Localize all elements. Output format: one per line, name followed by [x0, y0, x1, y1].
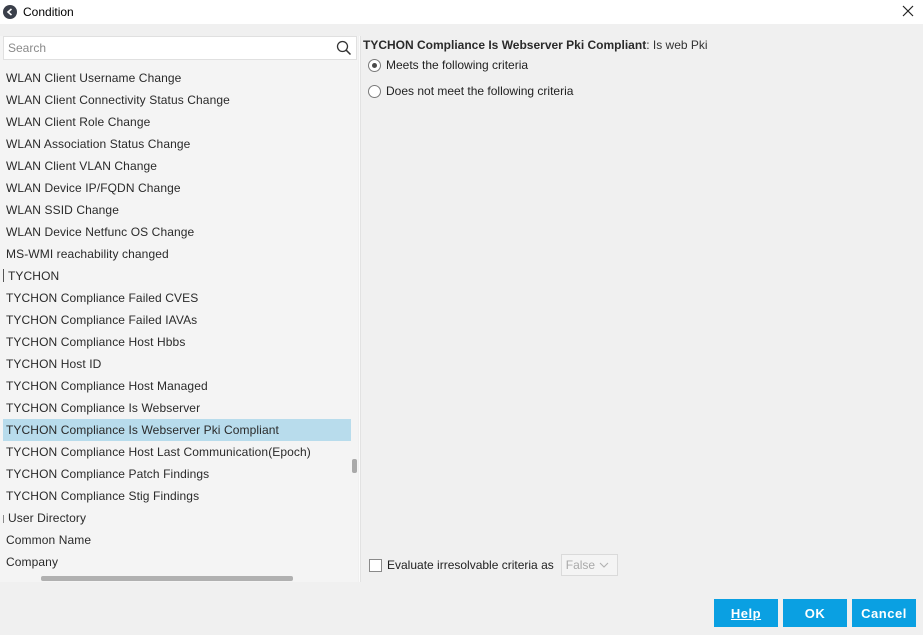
splitter[interactable]: [359, 36, 361, 582]
list-item[interactable]: WLAN Client Connectivity Status Change: [3, 89, 351, 111]
evaluate-irresolvable-checkbox[interactable]: [369, 558, 382, 572]
list-item[interactable]: WLAN Client VLAN Change: [3, 155, 351, 177]
list-item[interactable]: MS-WMI reachability changed: [3, 243, 351, 265]
list-item[interactable]: WLAN SSID Change: [3, 199, 351, 221]
list-item[interactable]: WLAN Device Netfunc OS Change: [3, 221, 351, 243]
list-item[interactable]: TYCHON Compliance Failed IAVAs: [3, 309, 351, 331]
list-item[interactable]: TYCHON Compliance Is Webserver: [3, 397, 351, 419]
property-list[interactable]: WLAN Client Username Change WLAN Client …: [3, 67, 351, 573]
condition-description: Is web Pki: [649, 38, 708, 52]
condition-name: TYCHON Compliance Is Webserver Pki Compl…: [363, 38, 647, 52]
window-title: Condition: [23, 5, 74, 19]
list-item[interactable]: WLAN Association Status Change: [3, 133, 351, 155]
horizontal-scrollbar-thumb[interactable]: [41, 576, 293, 581]
list-group-header[interactable]: User Directory: [3, 507, 351, 529]
evaluate-irresolvable-label: Evaluate irresolvable criteria as: [387, 558, 554, 572]
vertical-scrollbar-thumb[interactable]: [352, 459, 357, 473]
condition-panel: TYCHON Compliance Is Webserver Pki Compl…: [362, 36, 922, 582]
condition-heading: TYCHON Compliance Is Webserver Pki Compl…: [363, 38, 708, 52]
help-button[interactable]: Help: [714, 599, 778, 627]
list-item[interactable]: Common Name: [3, 529, 351, 551]
evaluate-value-select[interactable]: False: [560, 554, 618, 576]
list-group-header[interactable]: TYCHON: [3, 265, 351, 287]
property-panel: WLAN Client Username Change WLAN Client …: [0, 36, 358, 582]
list-item[interactable]: TYCHON Compliance Host Managed: [3, 375, 351, 397]
list-item[interactable]: TYCHON Compliance Host Last Communicatio…: [3, 441, 351, 463]
meets-criteria-radio[interactable]: [368, 58, 381, 72]
list-item[interactable]: TYCHON Compliance Patch Findings: [3, 463, 351, 485]
title-bar: Condition: [0, 0, 923, 24]
chevron-down-icon: [599, 562, 609, 568]
search-field[interactable]: [3, 36, 357, 60]
search-icon[interactable]: [336, 40, 352, 56]
list-item[interactable]: TYCHON Host ID: [3, 353, 351, 375]
search-input[interactable]: [4, 41, 324, 55]
list-item-selected[interactable]: TYCHON Compliance Is Webserver Pki Compl…: [3, 419, 351, 441]
ok-button[interactable]: OK: [783, 599, 847, 627]
app-logo-icon: [3, 5, 17, 19]
list-item[interactable]: Company: [3, 551, 351, 573]
cancel-button[interactable]: Cancel: [852, 599, 916, 627]
meets-criteria-option[interactable]: Meets the following criteria: [368, 58, 528, 72]
close-icon: [902, 5, 914, 17]
evaluate-value: False: [565, 558, 596, 572]
not-meet-criteria-option[interactable]: Does not meet the following criteria: [368, 84, 573, 98]
close-button[interactable]: [899, 2, 917, 20]
list-item[interactable]: WLAN Client Role Change: [3, 111, 351, 133]
not-meet-criteria-label: Does not meet the following criteria: [386, 84, 574, 98]
evaluate-irresolvable-row: Evaluate irresolvable criteria as False: [369, 554, 618, 576]
not-meet-criteria-radio[interactable]: [368, 84, 381, 98]
list-item[interactable]: TYCHON Compliance Host Hbbs: [3, 331, 351, 353]
list-item[interactable]: WLAN Client Username Change: [3, 67, 351, 89]
list-item[interactable]: TYCHON Compliance Failed CVES: [3, 287, 351, 309]
list-item[interactable]: TYCHON Compliance Stig Findings: [3, 485, 351, 507]
meets-criteria-label: Meets the following criteria: [386, 58, 529, 72]
list-item[interactable]: WLAN Device IP/FQDN Change: [3, 177, 351, 199]
